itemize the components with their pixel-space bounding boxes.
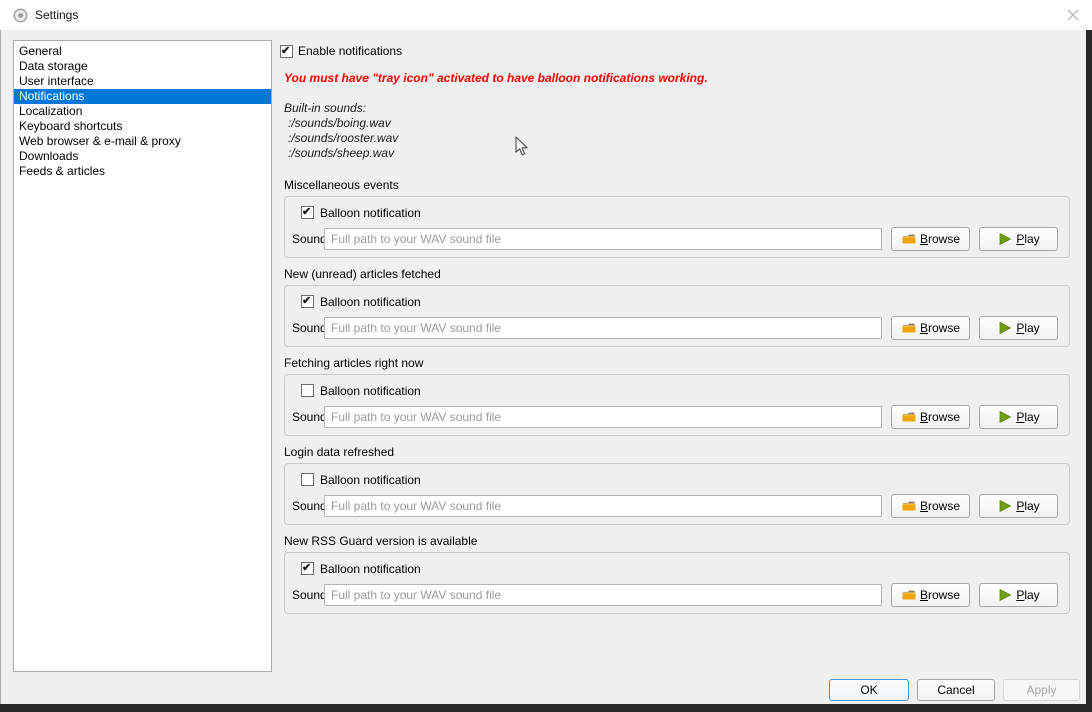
sidebar-item-notifications[interactable]: Notifications	[14, 89, 271, 104]
sidebar-item-user-interface[interactable]: User interface	[14, 74, 271, 89]
folder-icon	[901, 320, 917, 336]
close-icon[interactable]	[1062, 6, 1084, 24]
window-title: Settings	[35, 8, 78, 22]
play-icon	[997, 409, 1013, 425]
builtin-sound-path: :/sounds/boing.wav	[284, 116, 398, 131]
folder-icon	[901, 231, 917, 247]
browse-button[interactable]: Browse	[891, 494, 970, 518]
browse-button[interactable]: Browse	[891, 316, 970, 340]
sidebar-item-web-browser-proxy[interactable]: Web browser & e-mail & proxy	[14, 134, 271, 149]
play-button[interactable]: Play	[979, 316, 1058, 340]
balloon-notification-label[interactable]: Balloon notification	[320, 384, 421, 398]
groupbox: Balloon notification Sound Browse Play	[284, 463, 1070, 525]
browse-button-label: Browse	[920, 321, 960, 335]
sound-label: Sound	[292, 410, 327, 424]
browse-button[interactable]: Browse	[891, 583, 970, 607]
browse-button[interactable]: Browse	[891, 227, 970, 251]
play-icon	[997, 320, 1013, 336]
groupbox: Balloon notification Sound Browse Play	[284, 285, 1070, 347]
titlebar: Settings	[0, 0, 1092, 30]
balloon-notification-checkbox[interactable]	[301, 295, 314, 308]
play-icon	[997, 231, 1013, 247]
groupbox: Balloon notification Sound Browse Play	[284, 374, 1070, 436]
section-new-version-available: New RSS Guard version is available Ballo…	[284, 535, 1070, 551]
browse-button-label: Browse	[920, 232, 960, 246]
section-title: Fetching articles right now	[284, 357, 1070, 373]
gear-icon	[13, 8, 28, 23]
browse-button-label: Browse	[920, 588, 960, 602]
balloon-notification-checkbox[interactable]	[301, 473, 314, 486]
section-title: New (unread) articles fetched	[284, 268, 1070, 284]
groupbox: Balloon notification Sound Browse Play	[284, 552, 1070, 614]
settings-category-list: General Data storage User interface Noti…	[13, 40, 272, 672]
browse-button-label: Browse	[920, 499, 960, 513]
enable-notifications-label[interactable]: Enable notifications	[298, 44, 402, 58]
builtin-sounds-block: Built-in sounds: :/sounds/boing.wav :/so…	[284, 101, 398, 161]
browse-button[interactable]: Browse	[891, 405, 970, 429]
ok-button[interactable]: OK	[829, 679, 909, 701]
sound-path-input[interactable]	[324, 317, 882, 339]
sound-path-input[interactable]	[324, 228, 882, 250]
balloon-notification-label[interactable]: Balloon notification	[320, 473, 421, 487]
play-button[interactable]: Play	[979, 405, 1058, 429]
settings-dialog: General Data storage User interface Noti…	[0, 30, 1086, 704]
enable-notifications-row: Enable notifications	[280, 44, 402, 58]
play-icon	[997, 587, 1013, 603]
builtin-sound-path: :/sounds/rooster.wav	[284, 131, 398, 146]
balloon-notification-checkbox[interactable]	[301, 562, 314, 575]
balloon-notification-checkbox[interactable]	[301, 206, 314, 219]
play-button-label: Play	[1016, 499, 1039, 513]
balloon-notification-label[interactable]: Balloon notification	[320, 295, 421, 309]
play-button[interactable]: Play	[979, 494, 1058, 518]
sound-label: Sound	[292, 321, 327, 335]
builtin-sounds-title: Built-in sounds:	[284, 101, 398, 116]
balloon-notification-label[interactable]: Balloon notification	[320, 562, 421, 576]
mouse-cursor	[515, 136, 529, 160]
section-title: New RSS Guard version is available	[284, 535, 1070, 551]
apply-button[interactable]: Apply	[1003, 679, 1080, 701]
balloon-notification-label[interactable]: Balloon notification	[320, 206, 421, 220]
sidebar-item-localization[interactable]: Localization	[14, 104, 271, 119]
play-button-label: Play	[1016, 232, 1039, 246]
play-button-label: Play	[1016, 321, 1039, 335]
section-miscellaneous-events: Miscellaneous events Balloon notificatio…	[284, 179, 1070, 195]
sidebar-item-downloads[interactable]: Downloads	[14, 149, 271, 164]
sound-label: Sound	[292, 588, 327, 602]
sound-path-input[interactable]	[324, 584, 882, 606]
play-button-label: Play	[1016, 588, 1039, 602]
browse-button-label: Browse	[920, 410, 960, 424]
play-icon	[997, 498, 1013, 514]
sidebar-item-feeds-articles[interactable]: Feeds & articles	[14, 164, 271, 179]
folder-icon	[901, 587, 917, 603]
folder-icon	[901, 409, 917, 425]
section-title: Miscellaneous events	[284, 179, 1070, 195]
sidebar-item-data-storage[interactable]: Data storage	[14, 59, 271, 74]
section-new-articles-fetched: New (unread) articles fetched Balloon no…	[284, 268, 1070, 284]
enable-notifications-checkbox[interactable]	[280, 45, 293, 58]
folder-icon	[901, 498, 917, 514]
cancel-button[interactable]: Cancel	[917, 679, 995, 701]
sound-path-input[interactable]	[324, 495, 882, 517]
play-button[interactable]: Play	[979, 227, 1058, 251]
section-login-data-refreshed: Login data refreshed Balloon notificatio…	[284, 446, 1070, 462]
sidebar-item-keyboard-shortcuts[interactable]: Keyboard shortcuts	[14, 119, 271, 134]
sound-label: Sound	[292, 232, 327, 246]
play-button-label: Play	[1016, 410, 1039, 424]
builtin-sound-path: :/sounds/sheep.wav	[284, 146, 398, 161]
groupbox: Balloon notification Sound Browse Play	[284, 196, 1070, 258]
tray-icon-warning-text: You must have "tray icon" activated to h…	[284, 71, 964, 85]
sidebar-item-general[interactable]: General	[14, 44, 271, 59]
sound-label: Sound	[292, 499, 327, 513]
section-title: Login data refreshed	[284, 446, 1070, 462]
balloon-notification-checkbox[interactable]	[301, 384, 314, 397]
section-fetching-articles: Fetching articles right now Balloon noti…	[284, 357, 1070, 373]
sound-path-input[interactable]	[324, 406, 882, 428]
play-button[interactable]: Play	[979, 583, 1058, 607]
